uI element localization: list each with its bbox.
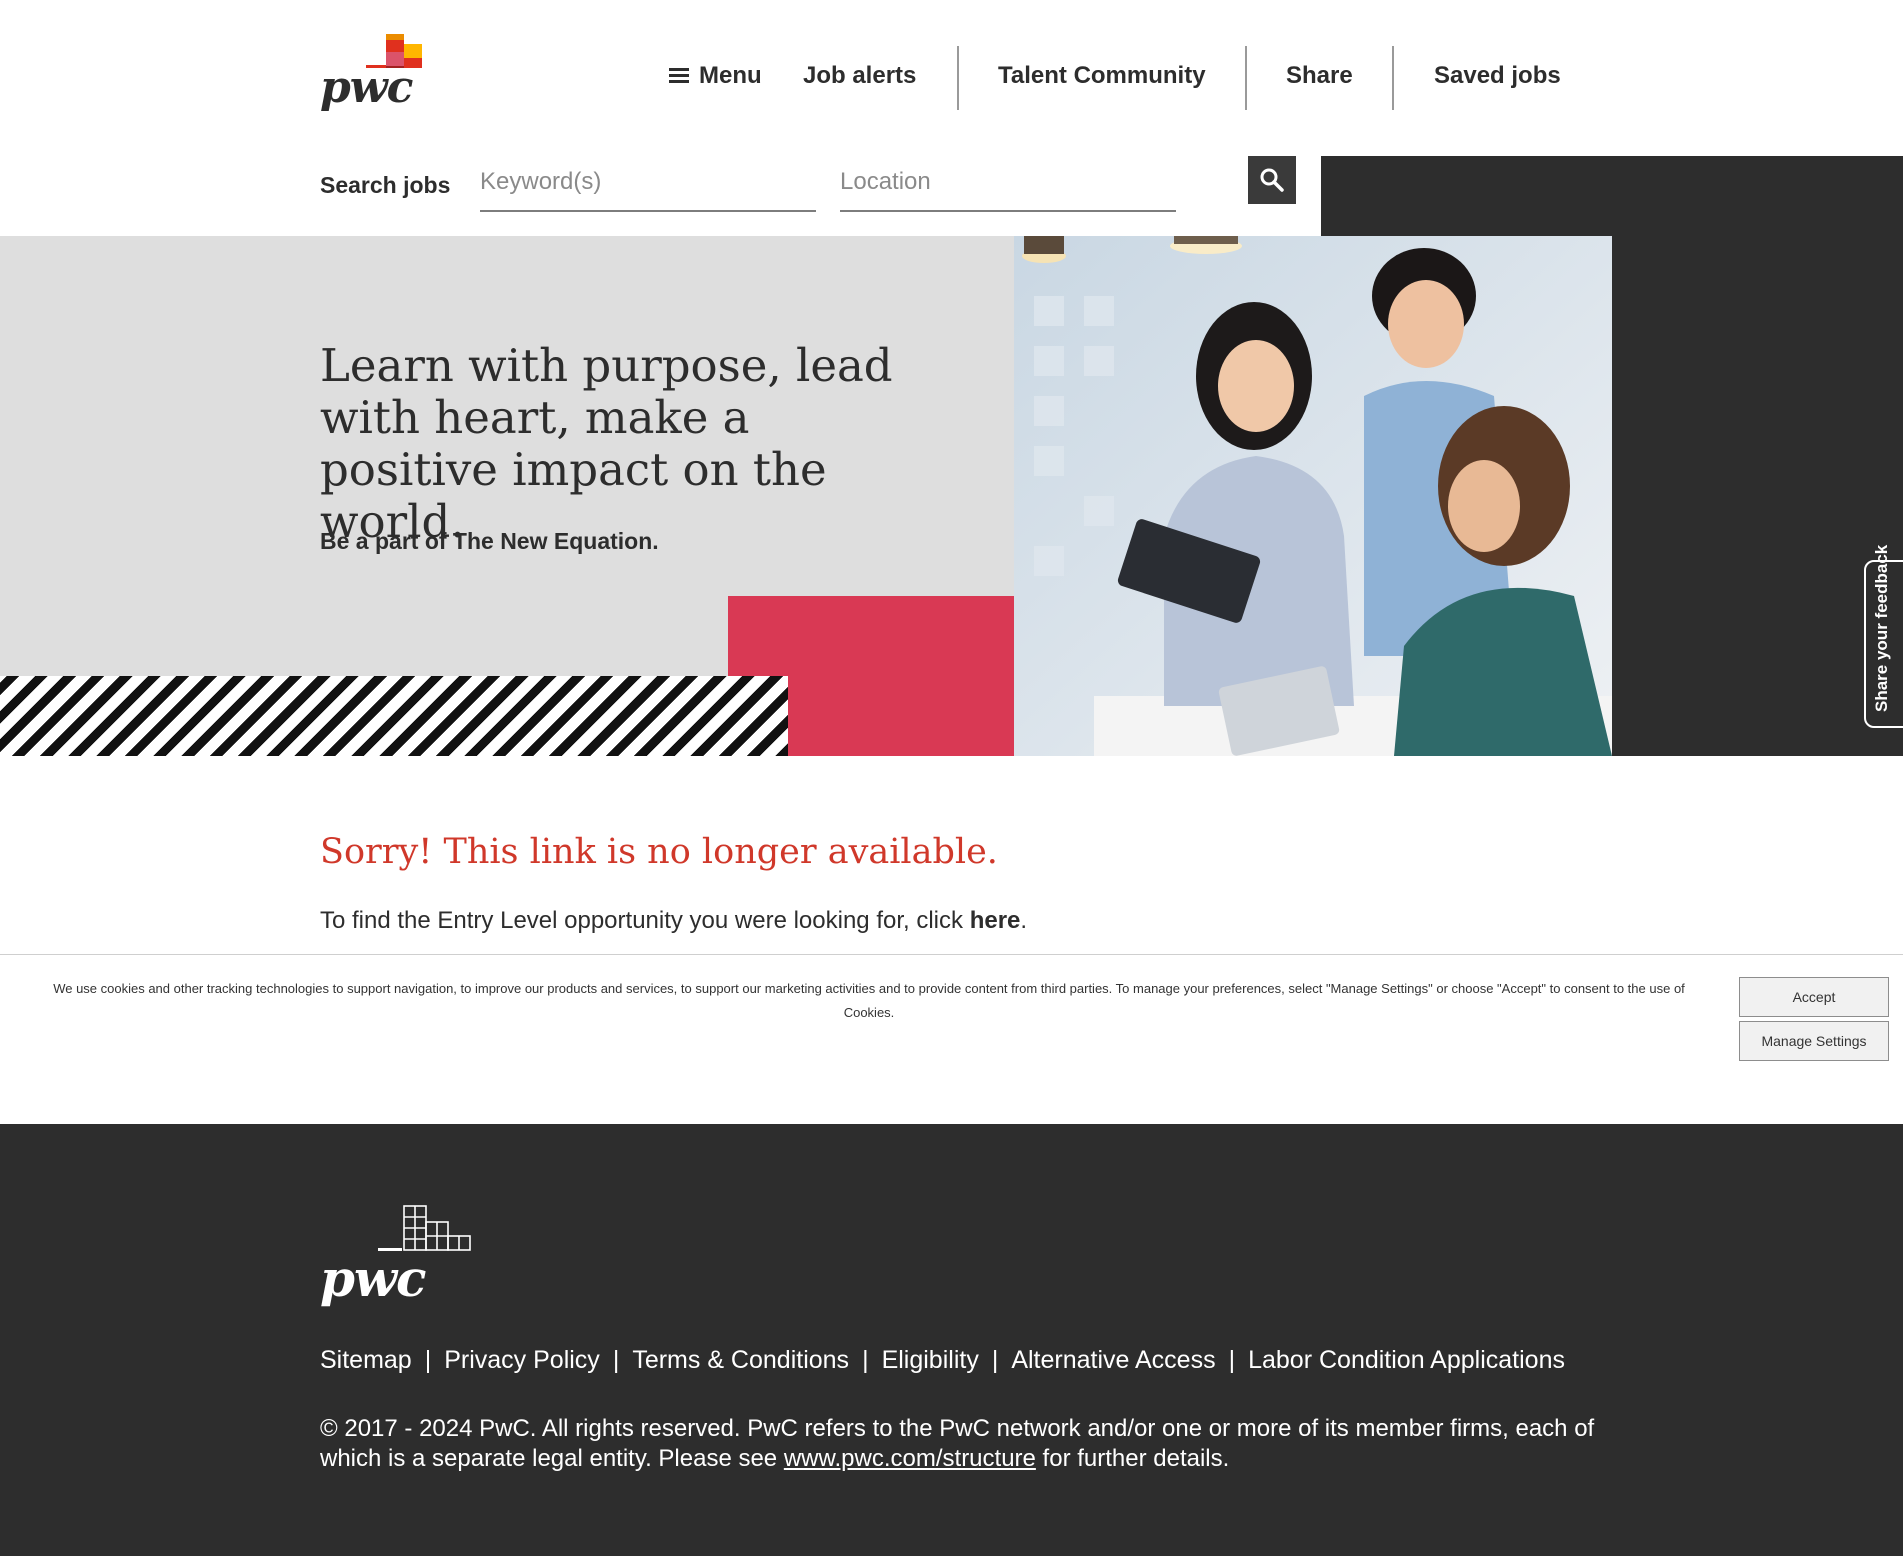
manage-settings-button[interactable]: Manage Settings [1739, 1021, 1889, 1061]
talent-community-link[interactable]: Talent Community [998, 62, 1206, 90]
hero-subtitle: Be a part of The New Equation. [320, 528, 659, 554]
structure-link[interactable]: www.pwc.com/structure [784, 1445, 1036, 1472]
hamburger-icon [669, 68, 689, 84]
menu-label: Menu [699, 62, 762, 89]
sitemap-link[interactable]: Sitemap [320, 1346, 412, 1375]
alternative-access-link[interactable]: Alternative Access [1011, 1346, 1215, 1375]
feedback-tab[interactable]: Share your feedback [1864, 545, 1903, 728]
labor-condition-applications-link[interactable]: Labor Condition Applications [1248, 1346, 1565, 1375]
footer-logo[interactable]: pwc [320, 1204, 471, 1314]
link-separator: | [612, 1346, 620, 1374]
search-icon [1260, 168, 1284, 192]
link-separator: | [991, 1346, 999, 1374]
footer-logo-wordmark: pwc [320, 1249, 426, 1308]
logo-wordmark: pwc [320, 62, 413, 113]
nav-divider [957, 46, 959, 110]
copyright-text: © 2017 - 2024 PwC. All rights reserved. … [320, 1414, 1620, 1474]
accept-button[interactable]: Accept [1739, 977, 1889, 1017]
here-link[interactable]: here [970, 907, 1021, 934]
link-separator: | [424, 1346, 432, 1374]
hero-title: Learn with purpose, lead with heart, mak… [320, 339, 893, 548]
error-message-text: To find the Entry Level opportunity you … [320, 907, 970, 934]
copyright-suffix: for further details. [1035, 1445, 1230, 1472]
cookie-text: We use cookies and other tracking techno… [53, 981, 1685, 1020]
eligibility-link[interactable]: Eligibility [882, 1346, 979, 1375]
share-link[interactable]: Share [1286, 62, 1353, 90]
privacy-policy-link[interactable]: Privacy Policy [444, 1346, 600, 1375]
error-heading: Sorry! This link is no longer available. [320, 832, 998, 872]
cookie-banner: We use cookies and other tracking techno… [0, 954, 1903, 1125]
error-message-end: . [1020, 907, 1028, 934]
menu-button[interactable]: Menu [669, 62, 762, 90]
search-button[interactable] [1248, 156, 1296, 204]
error-message: To find the Entry Level opportunity you … [320, 907, 1027, 935]
footer: pwc Sitemap | Privacy Policy | Terms & C… [0, 1124, 1903, 1556]
terms-conditions-link[interactable]: Terms & Conditions [632, 1346, 849, 1375]
link-separator: | [862, 1346, 869, 1374]
striped-pattern [0, 676, 788, 756]
link-separator: | [1228, 1346, 1236, 1374]
pwc-logo[interactable]: pwc [320, 34, 430, 118]
keyword-input[interactable] [480, 160, 816, 212]
nav-divider [1392, 46, 1394, 110]
nav-divider [1245, 46, 1247, 110]
footer-links: Sitemap | Privacy Policy | Terms & Condi… [320, 1346, 1565, 1375]
search-jobs-label: Search jobs [320, 172, 451, 198]
job-alerts-link[interactable]: Job alerts [803, 62, 916, 90]
feedback-label: Share your feedback [1872, 544, 1891, 712]
hero-photo [1014, 236, 1612, 756]
saved-jobs-link[interactable]: Saved jobs [1434, 62, 1561, 90]
location-input[interactable] [840, 160, 1176, 212]
footer-logo-mark [378, 1205, 471, 1251]
